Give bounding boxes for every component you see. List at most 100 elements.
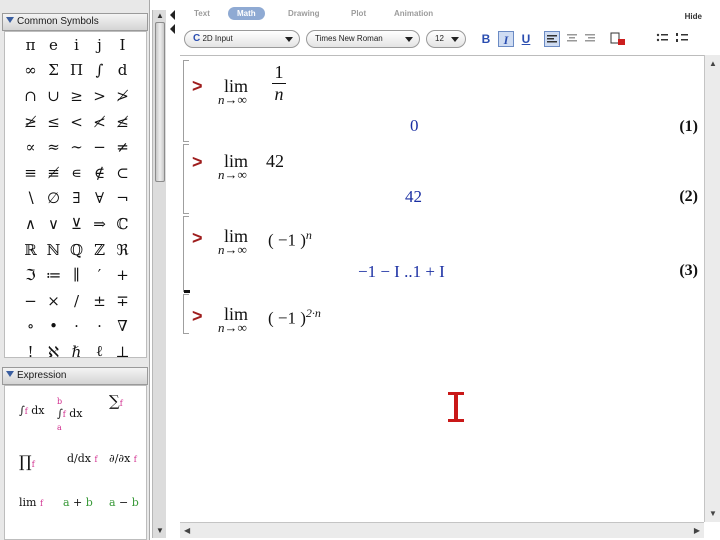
symbol-button[interactable]: ∩ [19,83,42,109]
italic-button[interactable]: I [498,31,514,47]
partial-derivative-template[interactable]: ∂/∂x f [109,452,137,465]
symbol-button[interactable]: ∓ [111,288,134,314]
symbol-button[interactable]: ≈ [42,134,65,160]
symbol-button[interactable]: ∅ [42,186,65,212]
symbol-button[interactable]: − [19,288,42,314]
symbol-button[interactable]: ⇒ [88,211,111,237]
symbol-button[interactable]: ∃ [65,186,88,212]
execution-group-bracket[interactable] [183,144,189,214]
symbol-button[interactable]: ≤ [42,109,65,135]
symbol-button[interactable]: ∪ [42,83,65,109]
symbol-button[interactable]: ⊻ [65,211,88,237]
symbol-button[interactable]: ≰ [111,109,134,135]
bullet-list-button[interactable] [654,31,670,47]
symbol-button[interactable]: ≯ [111,83,134,109]
collapse-palette-handle[interactable] [168,8,178,38]
symbol-button[interactable]: ℜ [111,237,134,263]
execution-group-bracket[interactable] [183,216,189,292]
symbol-button[interactable]: ∘ [19,314,42,340]
symbol-button[interactable]: π [19,32,42,58]
derivative-template[interactable]: d/dx f [67,452,97,465]
symbol-button[interactable]: − [88,134,111,160]
symbol-button[interactable]: ≔ [42,262,65,288]
scroll-left-icon[interactable]: ◀ [184,526,190,535]
tab-drawing[interactable]: Drawing [288,9,320,18]
symbol-button[interactable]: ≠ [111,134,134,160]
symbol-button[interactable]: ¬ [111,186,134,212]
worksheet[interactable]: > lim n→∞ 1 n 0 (1) > lim n→∞ 42 42 (2) … [180,55,704,522]
palette-scrollbar[interactable]: ▲ ▼ [152,10,166,538]
symbol-button[interactable]: ≮ [88,109,111,135]
limit-argument[interactable]: ( −1 )n [268,228,312,251]
font-size-select[interactable]: 12 [426,30,466,48]
symbol-button[interactable]: + [111,262,134,288]
definite-integral-template[interactable]: ∫f dx [19,404,44,417]
limit-template[interactable]: lim f [19,496,43,509]
symbol-button[interactable]: · [65,314,88,340]
symbol-button[interactable]: i [65,32,88,58]
symbol-button[interactable]: j [88,32,111,58]
symbol-button[interactable]: · [88,314,111,340]
palette-scroll-thumb[interactable] [155,22,165,182]
underline-button[interactable]: U [518,31,534,47]
expression-header[interactable]: Expression [2,367,148,385]
numbered-list-button[interactable] [674,31,690,47]
symbol-button[interactable]: ∧ [19,211,42,237]
double-chevron-left-icon[interactable] [168,8,178,38]
symbol-button[interactable]: ∫ [88,58,111,84]
execution-group-bracket[interactable] [183,294,189,334]
symbol-button[interactable]: ≢ [42,160,65,186]
symbol-button[interactable]: ℂ [111,211,134,237]
scroll-down-icon[interactable]: ▼ [709,509,717,518]
symbol-button[interactable]: ℝ [19,237,42,263]
tab-math[interactable]: Math [228,7,265,20]
addition-template[interactable]: a + b [63,496,93,509]
worksheet-vertical-scrollbar[interactable]: ▲ ▼ [704,55,720,522]
bold-button[interactable]: B [478,31,494,47]
symbol-button[interactable]: ∊ [65,160,88,186]
symbol-button[interactable]: ℤ [88,237,111,263]
symbol-button[interactable]: I [111,32,134,58]
symbol-button[interactable]: / [65,288,88,314]
symbol-button[interactable]: ′ [88,262,111,288]
symbol-button[interactable]: • [42,314,65,340]
symbol-button[interactable]: ± [88,288,111,314]
symbol-button[interactable]: ∥ [65,262,88,288]
fraction-expression[interactable]: 1 n [272,62,286,105]
symbol-button[interactable]: < [65,109,88,135]
symbol-button[interactable]: × [42,288,65,314]
limit-argument[interactable]: 42 [266,151,284,172]
symbol-button[interactable]: ∞ [19,58,42,84]
symbol-button[interactable]: ∉ [88,160,111,186]
symbol-button[interactable]: ℚ [65,237,88,263]
symbol-button[interactable]: ∖ [19,186,42,212]
symbol-button[interactable]: > [88,83,111,109]
symbol-button[interactable]: d [111,58,134,84]
text-color-button[interactable] [610,31,626,47]
symbol-button[interactable]: ℓ [88,339,111,365]
symbol-button[interactable]: ≥ [65,83,88,109]
symbol-button[interactable]: ℵ [42,339,65,365]
tab-text[interactable]: Text [194,9,210,18]
subtraction-template[interactable]: a − b [109,496,139,509]
symbol-button[interactable]: ℏ [65,339,88,365]
scroll-up-icon[interactable]: ▲ [155,11,165,21]
symbol-button[interactable]: ∝ [19,134,42,160]
symbol-button[interactable]: ∨ [42,211,65,237]
font-select[interactable]: Times New Roman [306,30,420,48]
tab-plot[interactable]: Plot [351,9,366,18]
align-right-button[interactable] [582,31,598,47]
symbol-button[interactable]: ⊥ [111,339,134,365]
symbol-button[interactable]: ℑ [19,262,42,288]
hide-button[interactable]: Hide [685,12,702,21]
input-mode-select[interactable]: C 2D Input [184,30,300,48]
align-center-button[interactable] [564,31,580,47]
limit-argument[interactable]: ( −1 )2·n [268,306,321,329]
common-symbols-header[interactable]: Common Symbols [2,13,148,31]
summation-template[interactable]: ∑f [109,392,123,410]
scroll-up-icon[interactable]: ▲ [709,59,717,68]
symbol-button[interactable]: ! [19,339,42,365]
product-template[interactable]: ∏f [19,452,35,471]
scroll-down-icon[interactable]: ▼ [155,526,165,536]
symbol-button[interactable]: e [42,32,65,58]
